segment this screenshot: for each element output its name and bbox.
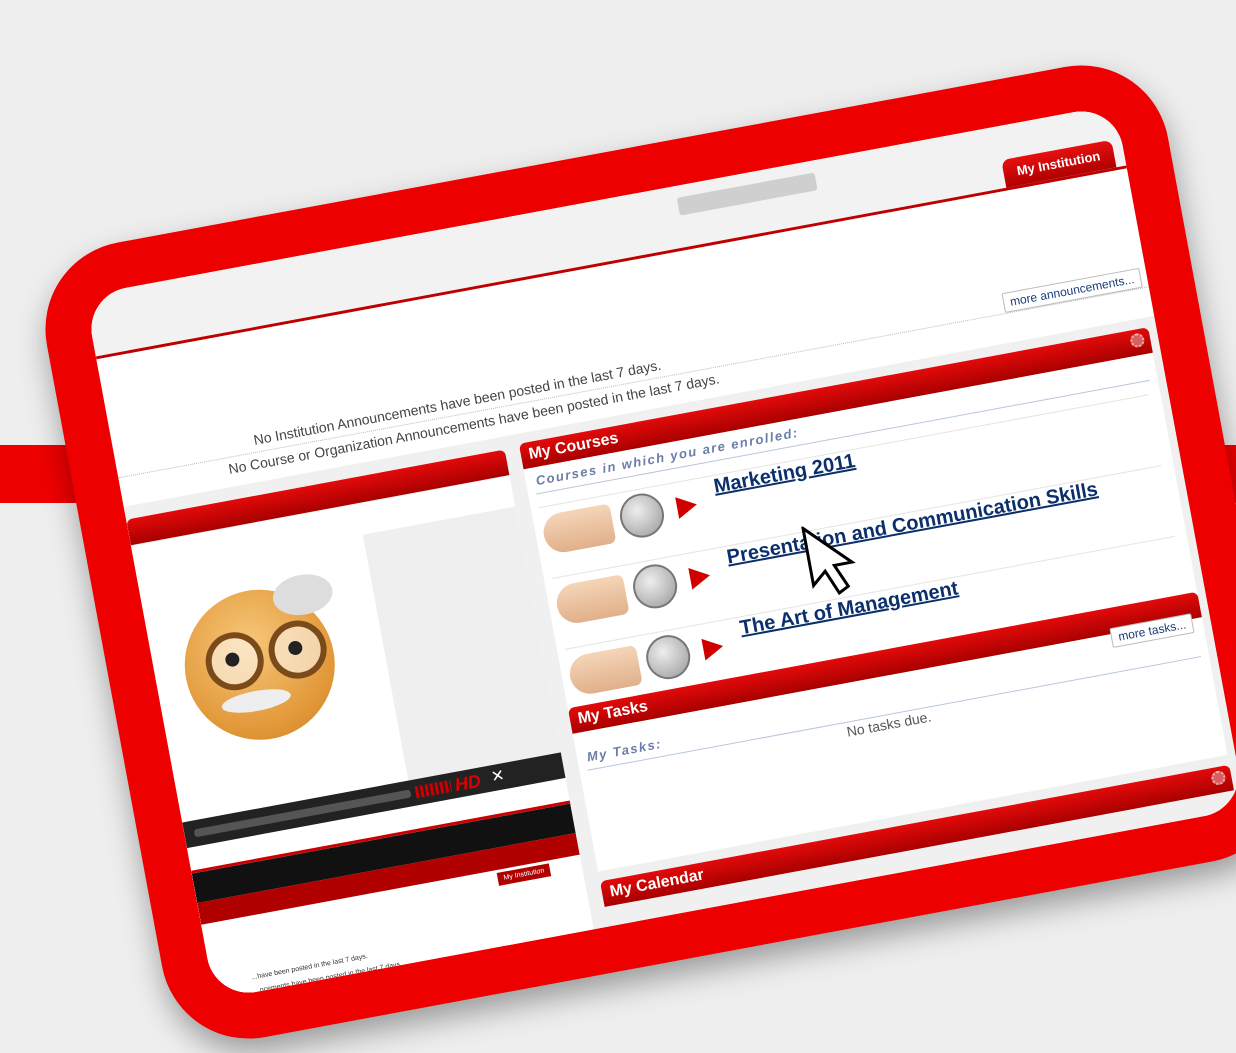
- gear-icon[interactable]: [1210, 769, 1227, 787]
- hand-icon: [553, 574, 630, 627]
- tasks-subtitle: My Tasks:: [585, 735, 664, 765]
- hand-icon: [566, 644, 643, 698]
- enter-course-icon[interactable]: [616, 489, 668, 542]
- play-arrow-icon: [701, 635, 726, 661]
- volume-bars-icon[interactable]: [414, 780, 453, 799]
- play-arrow-icon: [675, 493, 699, 519]
- search-box[interactable]: [676, 172, 818, 216]
- play-arrow-icon: [688, 564, 712, 590]
- screenshot-frame: My Institution more announcements... No …: [30, 50, 1236, 1053]
- glasses-right: [263, 615, 332, 684]
- hand-icon: [540, 503, 617, 556]
- pupil: [224, 651, 241, 668]
- hd-toggle[interactable]: HD: [453, 771, 482, 796]
- lms-screen: My Institution more announcements... No …: [84, 104, 1236, 1000]
- enter-course-icon[interactable]: [629, 560, 681, 613]
- my-calendar-title: My Calendar: [608, 866, 706, 901]
- gear-icon[interactable]: [1129, 332, 1146, 349]
- glasses-left: [200, 627, 269, 696]
- fullscreen-icon[interactable]: ✕: [489, 765, 506, 787]
- enter-course-icon[interactable]: [642, 631, 694, 683]
- pupil: [287, 639, 304, 657]
- mini-welcome-header: Welcome to Swiss eLearning: [257, 990, 360, 1000]
